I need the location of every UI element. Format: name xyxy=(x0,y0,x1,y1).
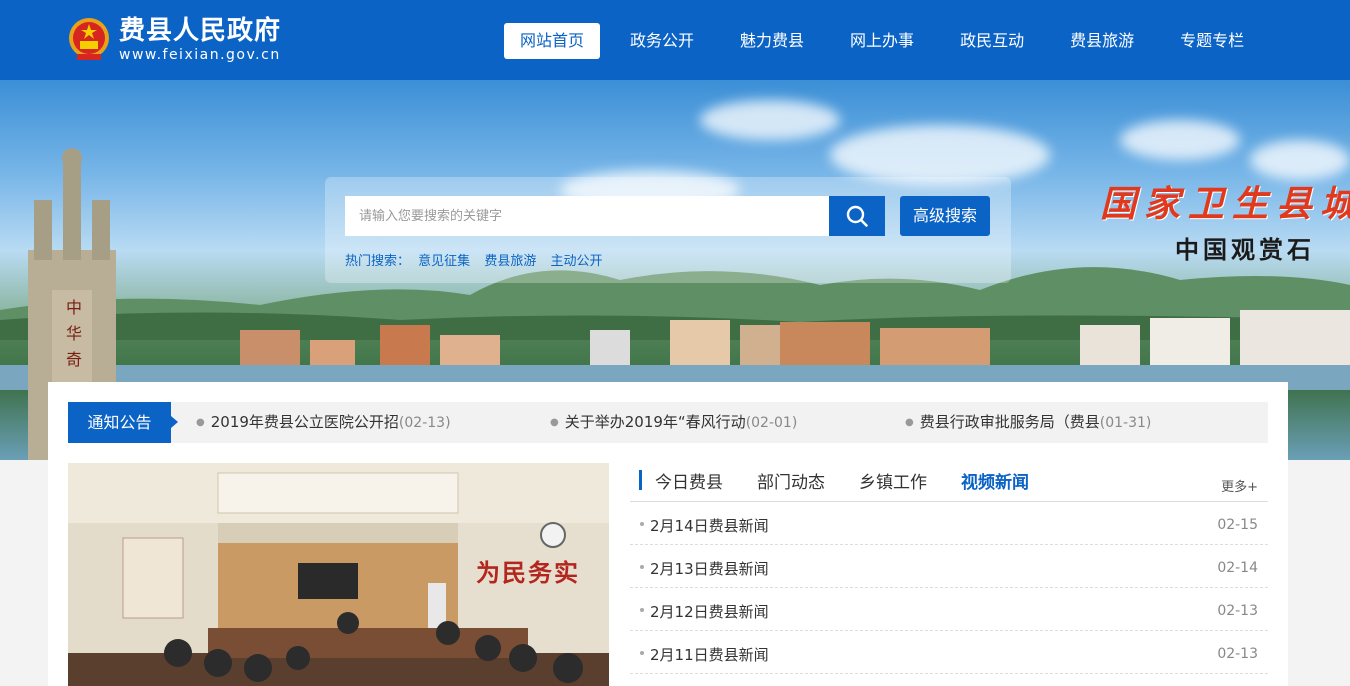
tab-department-news[interactable]: 部门动态 xyxy=(757,468,825,493)
banner-slogan-hygiene: 国家卫生县城 xyxy=(1100,183,1350,225)
nav-online-services[interactable]: 网上办事 xyxy=(834,23,930,59)
content-card: 通知公告 ● 2019年费县公立医院公开招(02-13) ● 关于举办2019年“春… xyxy=(48,382,1288,686)
search-button[interactable] xyxy=(829,196,885,236)
news-photo[interactable]: 为民务实 xyxy=(68,463,609,686)
notice-item[interactable]: ● 2019年费县公立医院公开招(02-13) xyxy=(196,402,451,443)
advanced-search-button[interactable]: 高级搜索 xyxy=(900,196,990,236)
hot-search-link[interactable]: 意见征集 xyxy=(418,254,470,269)
tab-today-feixian[interactable]: 今日费县 xyxy=(655,468,723,493)
news-row[interactable]: 2月12日费县新闻 02-13 xyxy=(630,588,1268,631)
nav-tourism[interactable]: 费县旅游 xyxy=(1054,23,1150,59)
tab-video-news[interactable]: 视频新闻 xyxy=(961,468,1029,493)
hot-searches: 热门搜索： 意见征集 费县旅游 主动公开 xyxy=(345,250,612,269)
site-title: 费县人民政府 xyxy=(119,16,282,46)
nav-home[interactable]: 网站首页 xyxy=(504,23,601,59)
tab-indicator xyxy=(639,470,642,490)
nav-special-topics[interactable]: 专题专栏 xyxy=(1164,23,1260,59)
news-row[interactable]: 2月13日费县新闻 02-14 xyxy=(630,545,1268,588)
notice-item[interactable]: ● 费县行政审批服务局（费县(01-31) xyxy=(905,402,1151,443)
notice-tag[interactable]: 通知公告 xyxy=(68,402,178,443)
bullet-icon xyxy=(640,608,644,612)
nav-charm-feixian[interactable]: 魅力费县 xyxy=(724,23,820,59)
search-panel: 高级搜索 热门搜索： 意见征集 费县旅游 主动公开 xyxy=(325,177,1011,283)
monument-text: 中华奇 xyxy=(65,298,82,369)
bullet-icon: ● xyxy=(196,417,205,428)
more-link[interactable]: 更多+ xyxy=(1221,476,1258,495)
search-input[interactable] xyxy=(345,196,829,236)
news-row[interactable]: 2月14日费县新闻 02-15 xyxy=(630,502,1268,545)
bullet-icon: ● xyxy=(905,417,914,428)
site-header: 费县人民政府 www.feixian.gov.cn 网站首页 政务公开 魅力费县… xyxy=(0,0,1350,80)
search-icon xyxy=(846,205,868,227)
news-tabs: 今日费县 部门动态 乡镇工作 视频新闻 更多+ xyxy=(630,463,1268,502)
main-nav: 网站首页 政务公开 魅力费县 网上办事 政民互动 费县旅游 专题专栏 xyxy=(504,23,1274,59)
site-url: www.feixian.gov.cn xyxy=(119,47,281,63)
notice-item[interactable]: ● 关于举办2019年“春风行动(02-01) xyxy=(550,402,797,443)
news-row[interactable]: 2月11日费县新闻 02-13 xyxy=(630,631,1268,674)
banner-slogan-stone: 中国观赏石 xyxy=(1175,235,1315,264)
bullet-icon xyxy=(640,522,644,526)
bullet-icon xyxy=(640,565,644,569)
nav-government-affairs[interactable]: 政务公开 xyxy=(614,23,710,59)
hot-search-label: 热门搜索： xyxy=(345,254,411,269)
bullet-icon xyxy=(640,651,644,655)
notice-bar: 通知公告 ● 2019年费县公立医院公开招(02-13) ● 关于举办2019年“春… xyxy=(68,402,1268,443)
hot-search-link[interactable]: 费县旅游 xyxy=(484,254,536,269)
tab-township-work[interactable]: 乡镇工作 xyxy=(859,468,927,493)
nav-interaction[interactable]: 政民互动 xyxy=(944,23,1040,59)
bullet-icon: ● xyxy=(550,417,559,428)
news-panel: 今日费县 部门动态 乡镇工作 视频新闻 更多+ 2月14日费县新闻 02-15 … xyxy=(630,463,1268,674)
photo-wall-text: 为民务实 xyxy=(476,558,580,587)
national-emblem-icon xyxy=(67,14,111,64)
hot-search-link[interactable]: 主动公开 xyxy=(550,254,602,269)
site-logo[interactable]: 费县人民政府 www.feixian.gov.cn xyxy=(67,14,281,64)
